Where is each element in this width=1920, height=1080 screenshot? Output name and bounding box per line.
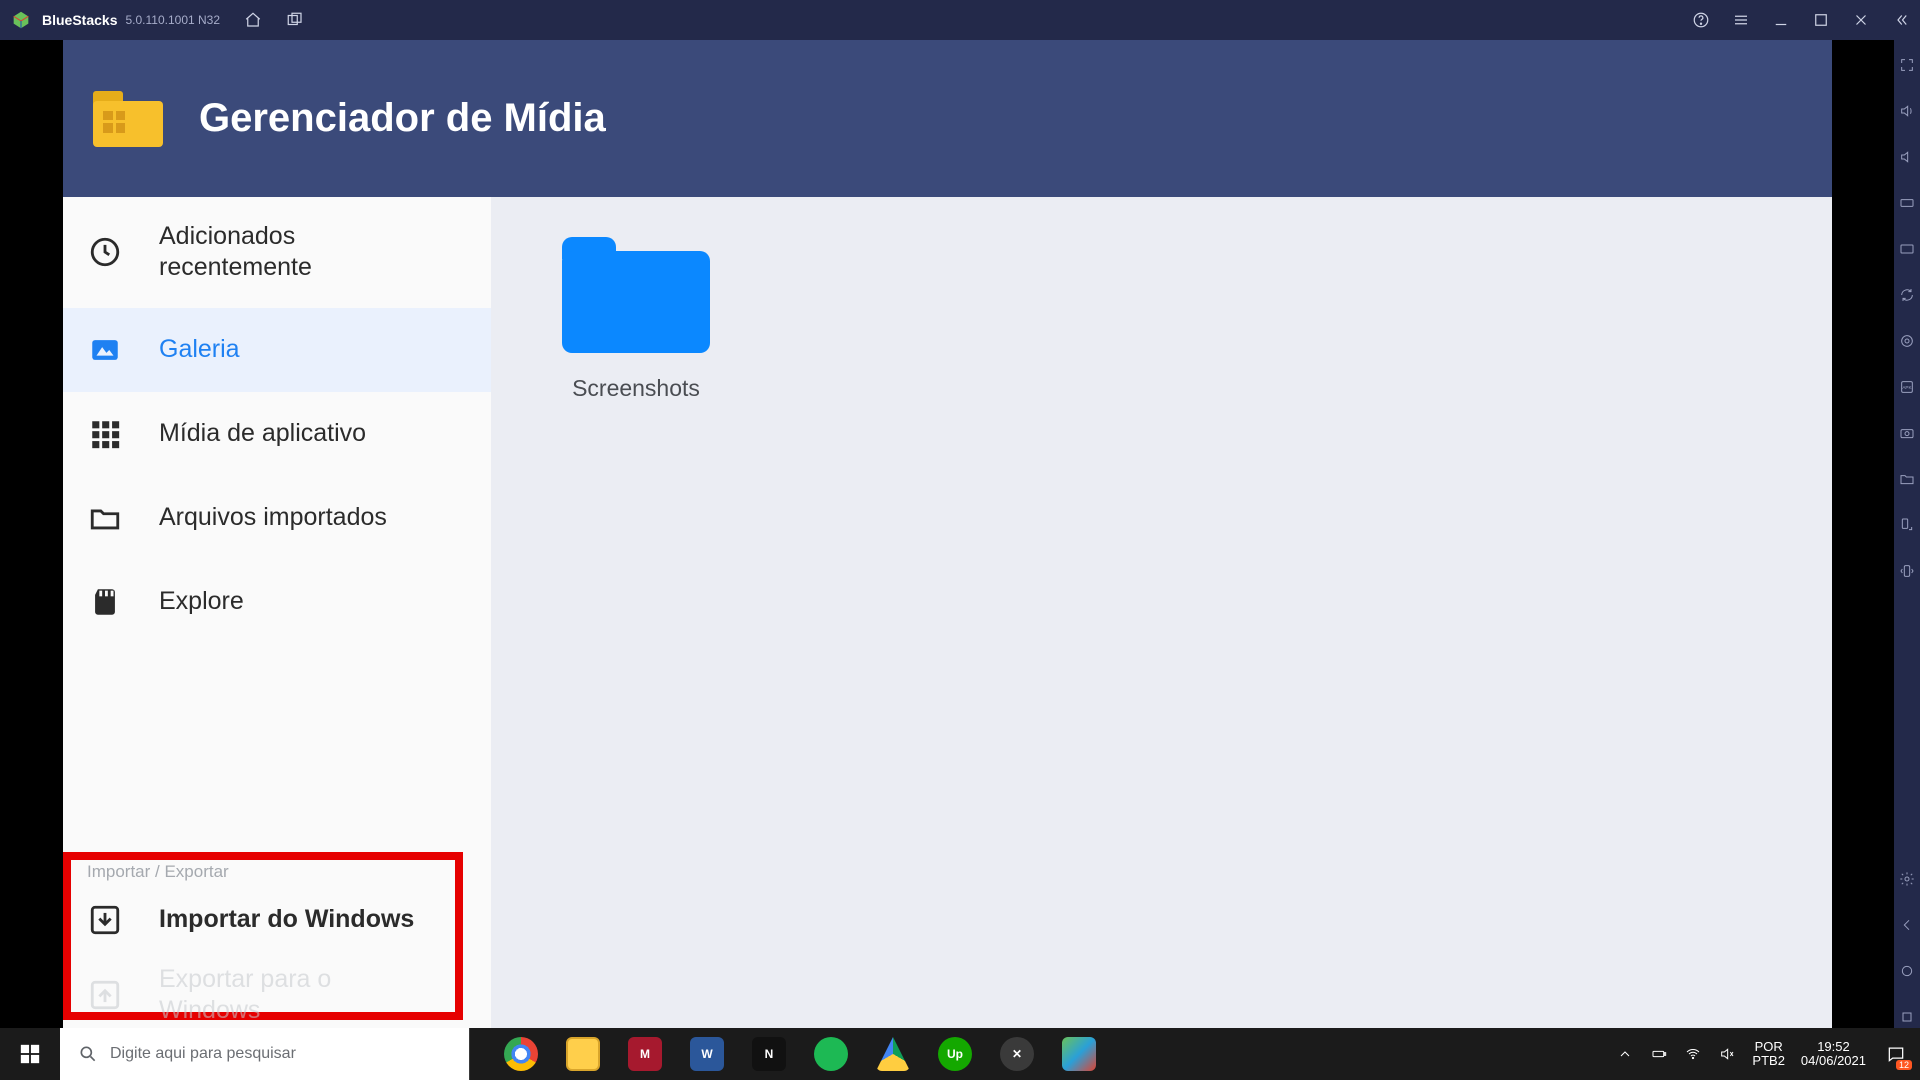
screenshot-icon[interactable] <box>1898 424 1916 442</box>
back-icon[interactable] <box>1898 916 1916 934</box>
app-title: Gerenciador de Mídia <box>199 96 606 141</box>
help-icon[interactable] <box>1692 11 1710 29</box>
taskbar-app-notion[interactable]: N <box>738 1028 800 1080</box>
sidebar-item-label: Mídia de aplicativo <box>159 418 366 449</box>
sidebar-item-recent[interactable]: Adicionados recentemente <box>63 197 491 308</box>
media-manager-app-icon <box>93 91 163 147</box>
sidebar-item-label: Importar do Windows <box>159 904 414 935</box>
sidebar-item-label: Exportar para o Windows <box>159 964 389 1027</box>
import-icon <box>87 902 123 938</box>
tray-language-bottom: PTB2 <box>1752 1054 1785 1068</box>
taskbar-app-xbox[interactable]: ✕ <box>986 1028 1048 1080</box>
app-body: Adicionados recentemente Galeria <box>63 197 1832 1040</box>
folder-label: Screenshots <box>561 375 711 402</box>
tray-language[interactable]: POR PTB2 <box>1752 1040 1785 1069</box>
sd-card-icon <box>87 584 123 620</box>
tray-language-top: POR <box>1752 1040 1785 1054</box>
tray-notifications[interactable]: 12 <box>1882 1040 1910 1068</box>
taskbar-search[interactable]: Digite aqui para pesquisar <box>60 1028 470 1080</box>
taskbar-search-placeholder: Digite aqui para pesquisar <box>110 1045 296 1063</box>
tray-time: 19:52 <box>1801 1040 1866 1054</box>
tray-volume-muted-icon[interactable] <box>1718 1045 1736 1063</box>
folder-screenshots[interactable]: Screenshots <box>561 237 711 402</box>
sidebar-item-label: Adicionados recentemente <box>159 221 389 284</box>
tray-date: 04/06/2021 <box>1801 1054 1866 1068</box>
folder-outline-icon <box>87 500 123 536</box>
sidebar-item-imported[interactable]: Arquivos importados <box>63 476 491 560</box>
tray-wifi-icon[interactable] <box>1684 1045 1702 1063</box>
taskbar-app-explorer[interactable] <box>552 1028 614 1080</box>
rotate-icon[interactable] <box>1898 516 1916 534</box>
bluestacks-viewport: Gerenciador de Mídia Adicionados recente… <box>0 40 1894 1040</box>
taskbar-app-chrome[interactable] <box>490 1028 552 1080</box>
sidebar-item-explore[interactable]: Explore <box>63 560 491 644</box>
taskbar-apps: M W N Up ✕ <box>490 1028 1110 1080</box>
sidebar-section-label: Importar / Exportar <box>63 852 491 886</box>
taskbar-tray: POR PTB2 19:52 04/06/2021 12 <box>1606 1028 1920 1080</box>
hamburger-menu-icon[interactable] <box>1732 11 1750 29</box>
sync-icon[interactable] <box>1898 286 1916 304</box>
taskbar-app-mendeley[interactable]: M <box>614 1028 676 1080</box>
windows-taskbar: Digite aqui para pesquisar M W N Up ✕ PO… <box>0 1028 1920 1080</box>
folder-icon <box>562 237 710 353</box>
minimize-icon[interactable] <box>1772 11 1790 29</box>
android-recent-icon[interactable] <box>1898 1008 1916 1026</box>
volume-down-icon[interactable] <box>1898 148 1916 166</box>
close-icon[interactable] <box>1852 11 1870 29</box>
export-icon <box>87 977 123 1013</box>
tray-clock[interactable]: 19:52 04/06/2021 <box>1801 1040 1866 1069</box>
content-area: Screenshots <box>491 197 1832 1040</box>
taskbar-app-bluestacks[interactable] <box>1048 1028 1110 1080</box>
bluestacks-logo-icon <box>10 9 32 31</box>
taskbar-app-upwork[interactable]: Up <box>924 1028 986 1080</box>
tray-battery-icon[interactable] <box>1650 1045 1668 1063</box>
gallery-icon <box>87 332 123 368</box>
taskbar-app-drive[interactable] <box>862 1028 924 1080</box>
sidebar-item-label: Arquivos importados <box>159 502 387 533</box>
shake-icon[interactable] <box>1898 562 1916 580</box>
sidebar: Adicionados recentemente Galeria <box>63 197 491 1040</box>
android-home-icon[interactable] <box>1898 962 1916 980</box>
android-view: Gerenciador de Mídia Adicionados recente… <box>63 40 1832 1040</box>
sidebar-item-appmedia[interactable]: Mídia de aplicativo <box>63 392 491 476</box>
collapse-sidebar-icon[interactable] <box>1892 11 1910 29</box>
location-icon[interactable] <box>1898 332 1916 350</box>
svg-text:APK: APK <box>1902 385 1912 390</box>
sidebar-item-label: Explore <box>159 586 244 617</box>
app-header: Gerenciador de Mídia <box>63 40 1832 197</box>
sidebar-item-gallery[interactable]: Galeria <box>63 308 491 392</box>
sidebar-bottom: Importar / Exportar Importar do Windows <box>63 852 491 1041</box>
start-button[interactable] <box>0 1028 60 1080</box>
settings-gear-icon[interactable] <box>1898 870 1916 888</box>
bluestacks-side-toolbar: APK <box>1894 40 1920 1040</box>
fullscreen-icon[interactable] <box>1898 56 1916 74</box>
apps-grid-icon <box>87 416 123 452</box>
home-icon[interactable] <box>244 11 262 29</box>
sidebar-item-import-windows[interactable]: Importar do Windows <box>63 886 491 954</box>
media-folder-icon[interactable] <box>1898 470 1916 488</box>
tray-chevron-up-icon[interactable] <box>1616 1045 1634 1063</box>
search-icon <box>78 1044 98 1064</box>
maximize-icon[interactable] <box>1812 11 1830 29</box>
clock-icon <box>87 234 123 270</box>
keyboard-mapping-icon[interactable] <box>1898 240 1916 258</box>
recent-apps-icon[interactable] <box>286 11 304 29</box>
keyboard-controls-icon[interactable] <box>1898 194 1916 212</box>
install-apk-icon[interactable]: APK <box>1898 378 1916 396</box>
taskbar-app-word[interactable]: W <box>676 1028 738 1080</box>
sidebar-item-export-windows[interactable]: Exportar para o Windows <box>63 954 491 1035</box>
taskbar-app-spotify[interactable] <box>800 1028 862 1080</box>
tray-notification-count: 12 <box>1896 1060 1912 1070</box>
volume-up-icon[interactable] <box>1898 102 1916 120</box>
bluestacks-version: 5.0.110.1001 N32 <box>125 13 220 27</box>
sidebar-item-label: Galeria <box>159 334 240 365</box>
bluestacks-title-bar: BlueStacks 5.0.110.1001 N32 <box>0 0 1920 40</box>
bluestacks-name: BlueStacks <box>42 12 117 28</box>
